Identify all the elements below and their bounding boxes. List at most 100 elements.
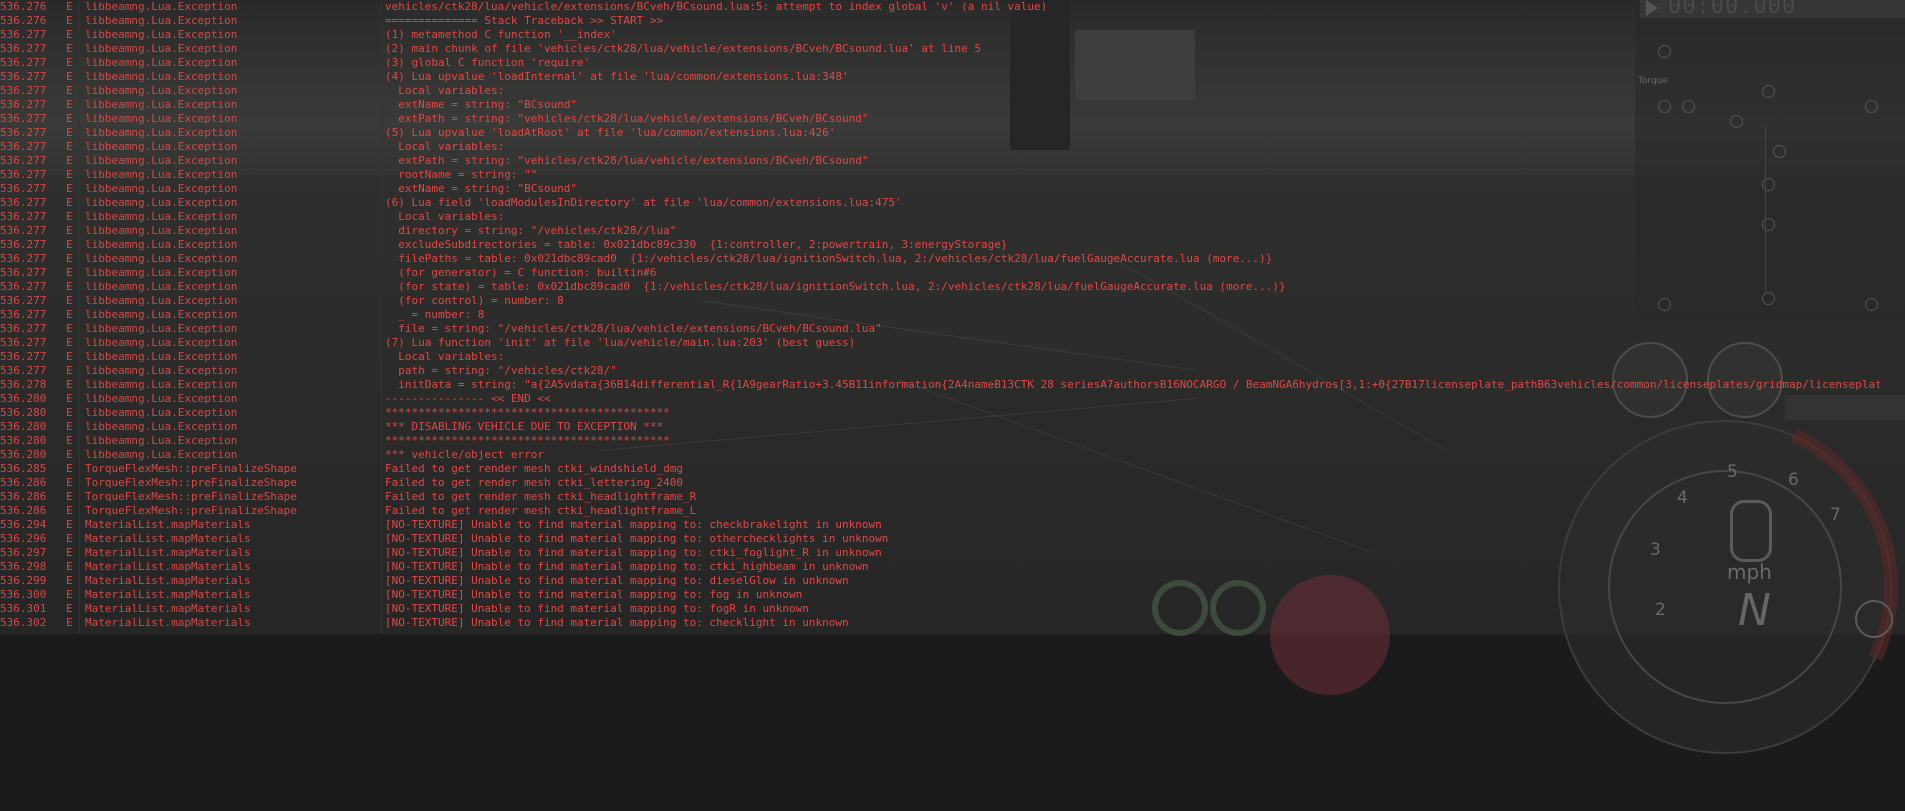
log-timestamp: 536.277 bbox=[0, 140, 47, 153]
log-message: excludeSubdirectories = table: 0x021dbc8… bbox=[385, 238, 1008, 251]
log-timestamp: 536.277 bbox=[0, 168, 47, 181]
log-row: 536.276 Elibbeamng.Lua.Exception vehicles/… bbox=[0, 0, 1905, 14]
log-row: 536.277 Elibbeamng.Lua.Exception Local va… bbox=[0, 350, 1905, 364]
log-source: libbeamng.Lua.Exception bbox=[85, 140, 238, 153]
log-message: [NO-TEXTURE] Unable to find material map… bbox=[385, 588, 803, 601]
log-source: MaterialList.mapMaterials bbox=[85, 532, 251, 545]
log-level: E bbox=[66, 196, 73, 209]
log-level: E bbox=[66, 588, 73, 601]
log-message: [NO-TEXTURE] Unable to find material map… bbox=[385, 560, 869, 573]
log-source: MaterialList.mapMaterials bbox=[85, 588, 251, 601]
log-source: libbeamng.Lua.Exception bbox=[85, 98, 238, 111]
log-level: E bbox=[66, 126, 73, 139]
log-source: TorqueFlexMesh::preFinalizeShape bbox=[85, 504, 297, 517]
log-source: libbeamng.Lua.Exception bbox=[85, 350, 238, 363]
console-log[interactable]: 536.276 Elibbeamng.Lua.Exception vehicles/… bbox=[0, 0, 1905, 634]
log-message: extPath = string: "vehicles/ctk28/lua/ve… bbox=[385, 112, 869, 125]
log-timestamp: 536.280 bbox=[0, 392, 47, 405]
log-timestamp: 536.277 bbox=[0, 252, 47, 265]
log-timestamp: 536.285 bbox=[0, 462, 47, 475]
log-level: E bbox=[66, 462, 73, 475]
log-level: E bbox=[66, 42, 73, 55]
log-timestamp: 536.277 bbox=[0, 322, 47, 335]
log-timestamp: 536.294 bbox=[0, 518, 47, 531]
log-timestamp: 536.296 bbox=[0, 532, 47, 545]
log-message: vehicles/ctk28/lua/vehicle/extensions/BC… bbox=[385, 0, 1048, 13]
log-message: _ = number: 8 bbox=[385, 308, 485, 321]
log-source: MaterialList.mapMaterials bbox=[85, 546, 251, 559]
log-message: [NO-TEXTURE] Unable to find material map… bbox=[385, 616, 849, 629]
log-row: 536.280 Elibbeamng.Lua.Exception *********… bbox=[0, 434, 1905, 448]
log-message: (for control) = number: 8 bbox=[385, 294, 564, 307]
log-source: libbeamng.Lua.Exception bbox=[85, 252, 238, 265]
log-timestamp: 536.277 bbox=[0, 56, 47, 69]
log-level: E bbox=[66, 238, 73, 251]
log-timestamp: 536.286 bbox=[0, 490, 47, 503]
log-row: 536.277 Elibbeamng.Lua.Exception (5) Lua u… bbox=[0, 126, 1905, 140]
log-message: Failed to get render mesh ctki_windshiel… bbox=[385, 462, 684, 475]
log-message: Local variables: bbox=[385, 84, 505, 97]
log-row: 536.285 E TorqueFlexMesh::preFinalizeShape… bbox=[0, 462, 1905, 476]
log-row: 536.277 Elibbeamng.Lua.Exception (6) Lua f… bbox=[0, 196, 1905, 210]
log-row: 536.286 E TorqueFlexMesh::preFinalizeShape… bbox=[0, 490, 1905, 504]
log-timestamp: 536.277 bbox=[0, 350, 47, 363]
log-level: E bbox=[66, 70, 73, 83]
log-timestamp: 536.277 bbox=[0, 84, 47, 97]
log-message: --------------- << END << bbox=[385, 392, 551, 405]
log-source: libbeamng.Lua.Exception bbox=[85, 420, 238, 433]
log-row: 536.277 Elibbeamng.Lua.Exception _ = numb… bbox=[0, 308, 1905, 322]
log-row: 536.302 E MaterialList.mapMaterials [NO-TEX… bbox=[0, 616, 1905, 630]
log-source: MaterialList.mapMaterials bbox=[85, 574, 251, 587]
log-row: 536.277 Elibbeamng.Lua.Exception (4) Lua u… bbox=[0, 70, 1905, 84]
log-source: libbeamng.Lua.Exception bbox=[85, 280, 238, 293]
log-message: [NO-TEXTURE] Unable to find material map… bbox=[385, 518, 882, 531]
log-source: libbeamng.Lua.Exception bbox=[85, 392, 238, 405]
log-level: E bbox=[66, 378, 73, 391]
log-level: E bbox=[66, 490, 73, 503]
log-level: E bbox=[66, 350, 73, 363]
log-row: 536.277 Elibbeamng.Lua.Exception (for gen… bbox=[0, 266, 1905, 280]
log-source: libbeamng.Lua.Exception bbox=[85, 112, 238, 125]
log-source: libbeamng.Lua.Exception bbox=[85, 378, 238, 391]
log-row: 536.277 Elibbeamng.Lua.Exception (2) main … bbox=[0, 42, 1905, 56]
log-row: 536.280 Elibbeamng.Lua.Exception *** DISAB… bbox=[0, 420, 1905, 434]
log-message: (6) Lua field 'loadModulesInDirectory' a… bbox=[385, 196, 902, 209]
log-row: 536.286 E TorqueFlexMesh::preFinalizeShape… bbox=[0, 476, 1905, 490]
log-level: E bbox=[66, 322, 73, 335]
log-row: 536.301 E MaterialList.mapMaterials [NO-TEX… bbox=[0, 602, 1905, 616]
log-row: 536.286 E TorqueFlexMesh::preFinalizeShape… bbox=[0, 504, 1905, 518]
log-row: 536.280 Elibbeamng.Lua.Exception *** vehic… bbox=[0, 448, 1905, 462]
log-source: libbeamng.Lua.Exception bbox=[85, 224, 238, 237]
log-row: 536.298 E MaterialList.mapMaterials [NO-TEX… bbox=[0, 560, 1905, 574]
log-timestamp: 536.278 bbox=[0, 378, 47, 391]
log-level: E bbox=[66, 84, 73, 97]
log-source: libbeamng.Lua.Exception bbox=[85, 364, 238, 377]
log-row: 536.277 Elibbeamng.Lua.Exception Local va… bbox=[0, 140, 1905, 154]
log-row: 536.277 Elibbeamng.Lua.Exception (7) Lua f… bbox=[0, 336, 1905, 350]
log-level: E bbox=[66, 280, 73, 293]
log-timestamp: 536.277 bbox=[0, 364, 47, 377]
log-level: E bbox=[66, 224, 73, 237]
log-source: libbeamng.Lua.Exception bbox=[85, 434, 238, 447]
log-row: 536.277 Elibbeamng.Lua.Exception excludeS… bbox=[0, 238, 1905, 252]
log-message: Local variables: bbox=[385, 140, 505, 153]
log-level: E bbox=[66, 448, 73, 461]
log-row: 536.278 Elibbeamng.Lua.Exception initData… bbox=[0, 378, 1905, 392]
log-level: E bbox=[66, 420, 73, 433]
log-source: TorqueFlexMesh::preFinalizeShape bbox=[85, 490, 297, 503]
log-source: libbeamng.Lua.Exception bbox=[85, 406, 238, 419]
log-level: E bbox=[66, 532, 73, 545]
log-message: Failed to get render mesh ctki_headlight… bbox=[385, 490, 697, 503]
log-level: E bbox=[66, 308, 73, 321]
log-message: (for state) = table: 0x021dbc89cad0 {1:/… bbox=[385, 280, 1286, 293]
log-message: ****************************************… bbox=[385, 434, 670, 447]
log-level: E bbox=[66, 154, 73, 167]
log-timestamp: 536.276 bbox=[0, 14, 47, 27]
log-message: (for generator) = C function: builtin#6 bbox=[385, 266, 657, 279]
log-level: E bbox=[66, 476, 73, 489]
log-row: 536.277 Elibbeamng.Lua.Exception extPath … bbox=[0, 154, 1905, 168]
log-source: TorqueFlexMesh::preFinalizeShape bbox=[85, 462, 297, 475]
log-row: 536.280 Elibbeamng.Lua.Exception ---------… bbox=[0, 392, 1905, 406]
log-message: extName = string: "BCsound" bbox=[385, 98, 578, 111]
log-timestamp: 536.277 bbox=[0, 196, 47, 209]
